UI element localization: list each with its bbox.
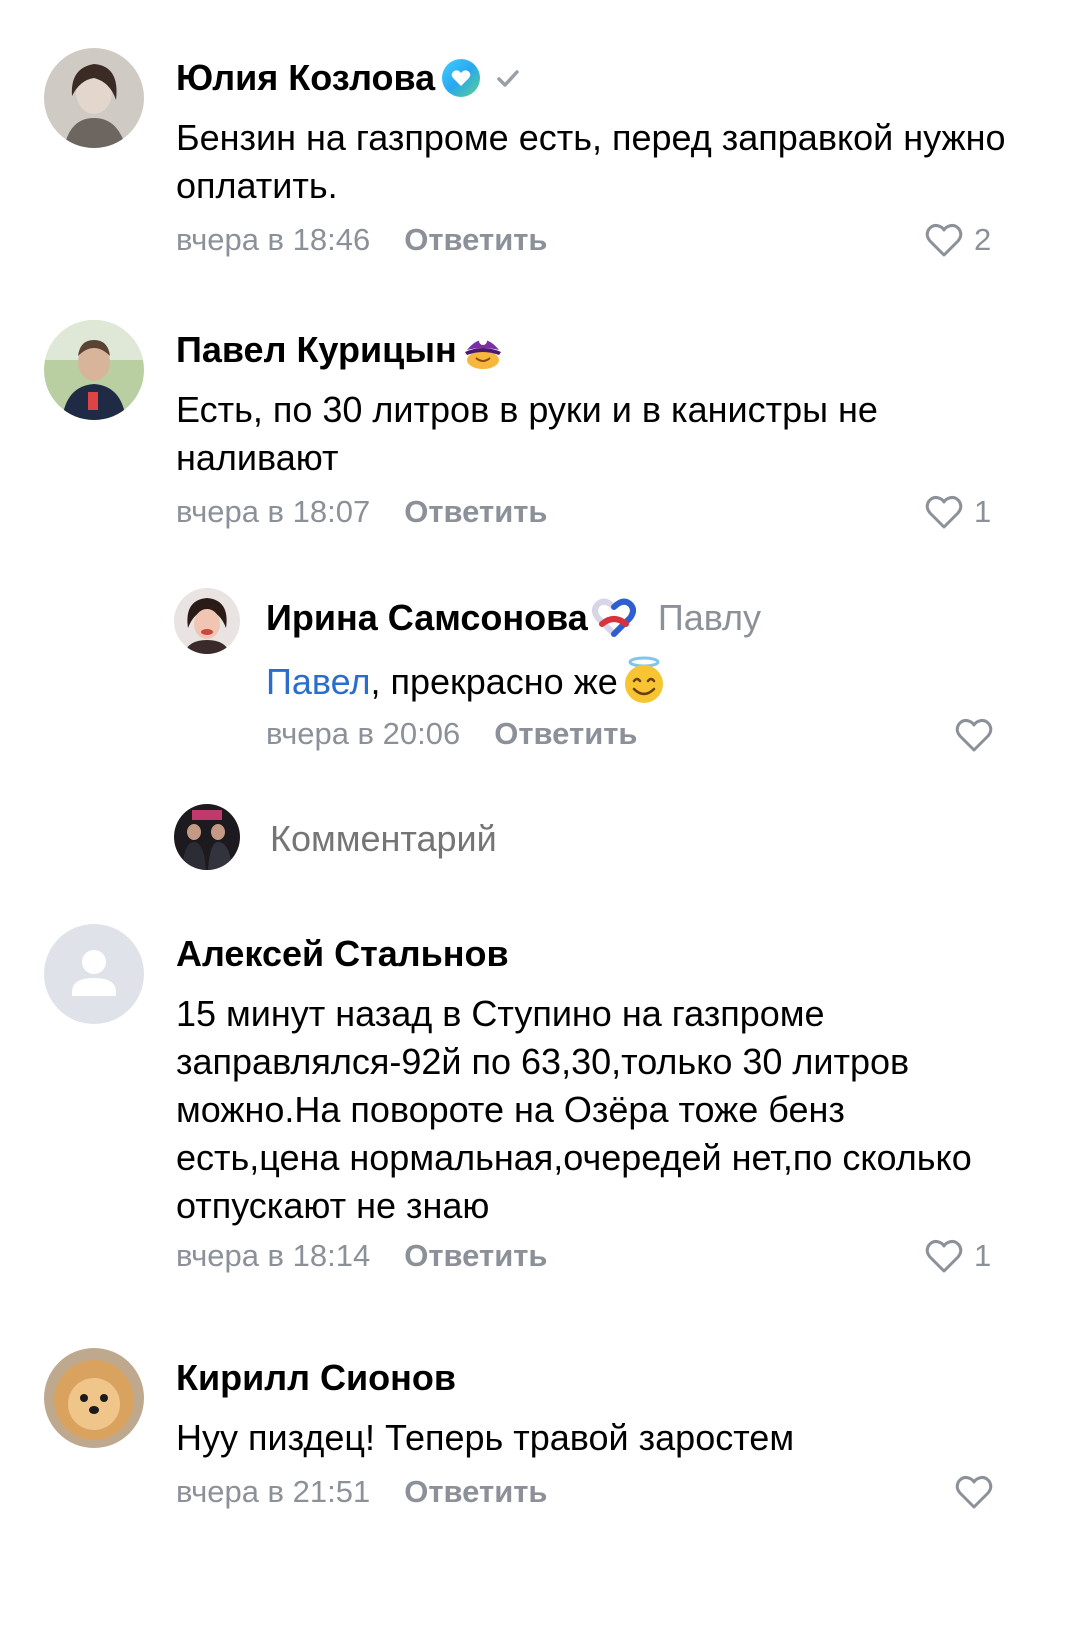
comment-input[interactable] <box>270 818 970 860</box>
comment-text: Есть, по 30 литров в руки и в канистры н… <box>176 389 878 478</box>
like-button[interactable]: 1 <box>924 1237 991 1275</box>
heart-icon <box>925 223 963 257</box>
author-row: Ирина Самсонова Павлу <box>266 596 761 640</box>
like-count: 2 <box>974 222 992 257</box>
smiling-face-with-halo-icon <box>618 654 670 706</box>
comment-text: Павел, прекрасно же <box>266 654 1026 706</box>
author-name[interactable]: Алексей Стальнов <box>176 933 509 975</box>
comment-time[interactable]: вчера в 21:51 <box>176 1474 370 1510</box>
comment-time[interactable]: вчера в 18:14 <box>176 1238 370 1274</box>
reply-to-label[interactable]: Павлу <box>658 597 761 639</box>
avatar[interactable] <box>44 1348 144 1448</box>
like-count: 1 <box>974 1238 992 1273</box>
comment-text-rest: , прекрасно же <box>370 661 618 702</box>
author-row: Кирилл Сионов <box>176 1356 456 1400</box>
author-row: Павел Курицын <box>176 328 505 372</box>
avatar[interactable] <box>44 924 144 1024</box>
comment-meta: вчера в 18:46 Ответить <box>176 222 548 258</box>
heart-icon <box>955 1475 993 1509</box>
comment-time[interactable]: вчера в 18:07 <box>176 494 370 530</box>
comment-text: Бензин на газпроме есть, перед заправкой… <box>176 117 1006 206</box>
comment-text: Нуу пиздец! Теперь травой заростем <box>176 1417 795 1458</box>
pirate-badge-icon[interactable] <box>461 328 505 372</box>
avatar[interactable] <box>174 588 240 654</box>
author-name[interactable]: Павел Курицын <box>176 329 457 371</box>
reply-button[interactable]: Ответить <box>494 716 637 752</box>
mention-link[interactable]: Павел <box>266 661 370 702</box>
checkmark-icon <box>493 63 523 93</box>
like-button[interactable]: 2 <box>924 221 991 259</box>
like-button[interactable] <box>954 716 994 754</box>
reply-button[interactable]: Ответить <box>404 222 547 258</box>
comment-meta: вчера в 18:14 Ответить <box>176 1238 548 1274</box>
tricolor-heart-badge-icon[interactable] <box>591 596 636 640</box>
like-count: 1 <box>974 494 992 529</box>
author-row: Юлия Козлова <box>176 56 523 100</box>
comment-meta: вчера в 20:06 Ответить <box>266 716 638 752</box>
comment-meta: вчера в 21:51 Ответить <box>176 1474 548 1510</box>
author-name[interactable]: Кирилл Сионов <box>176 1357 456 1399</box>
current-user-avatar[interactable] <box>174 804 240 870</box>
heart-circle-badge-icon[interactable] <box>439 56 483 100</box>
comment-compose <box>0 800 1080 880</box>
author-row: Алексей Стальнов <box>176 932 509 976</box>
avatar[interactable] <box>44 48 144 148</box>
comment-meta: вчера в 18:07 Ответить <box>176 494 548 530</box>
comment-time[interactable]: вчера в 18:46 <box>176 222 370 258</box>
author-name[interactable]: Ирина Самсонова <box>266 597 588 639</box>
reply-button[interactable]: Ответить <box>404 1238 547 1274</box>
heart-icon <box>955 718 993 752</box>
author-name[interactable]: Юлия Козлова <box>176 57 435 99</box>
heart-icon <box>925 495 963 529</box>
avatar[interactable] <box>44 320 144 420</box>
heart-icon <box>925 1239 963 1273</box>
comment-text: 15 минут назад в Ступино на газпроме зап… <box>176 993 972 1226</box>
reply-button[interactable]: Ответить <box>404 1474 547 1510</box>
comment-time[interactable]: вчера в 20:06 <box>266 716 460 752</box>
reply-button[interactable]: Ответить <box>404 494 547 530</box>
like-button[interactable] <box>954 1473 994 1511</box>
like-button[interactable]: 1 <box>924 493 991 531</box>
